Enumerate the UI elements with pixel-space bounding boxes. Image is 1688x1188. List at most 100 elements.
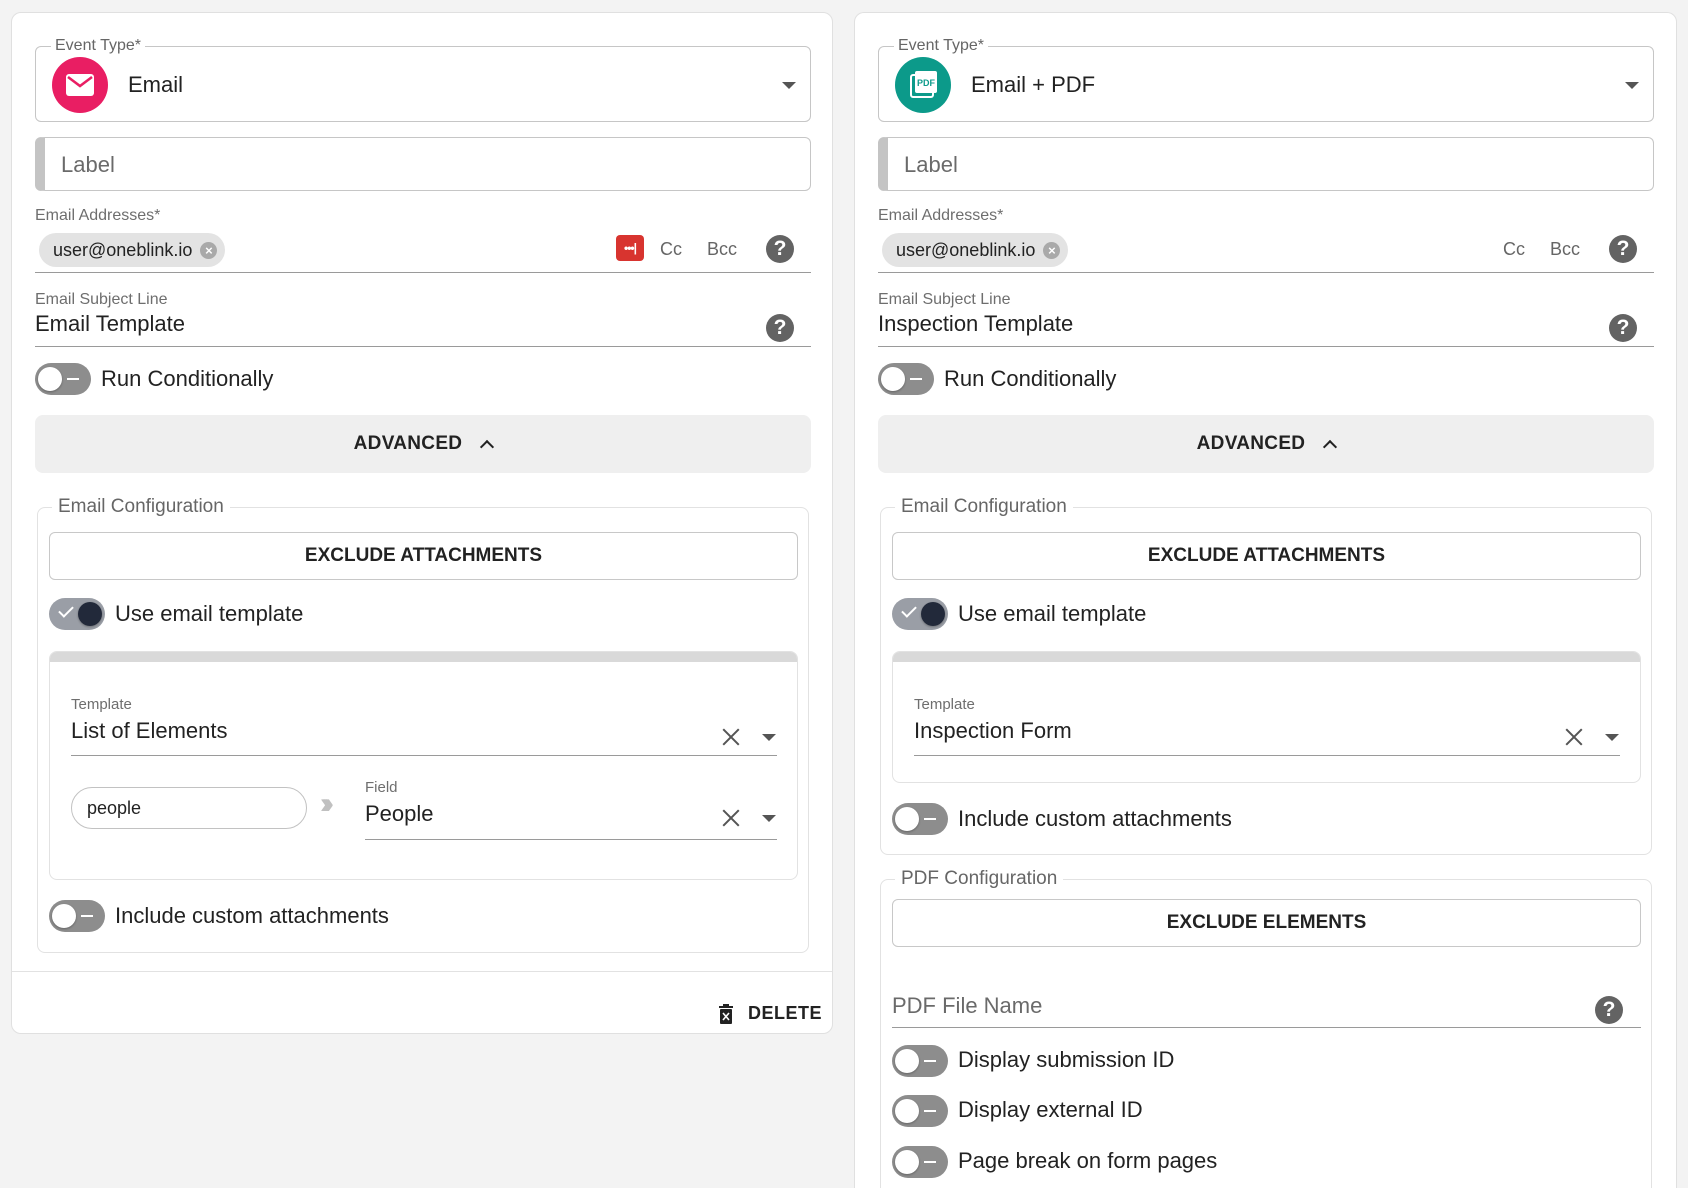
pdf-file-name-input[interactable]: PDF File Name (892, 992, 1042, 1020)
display-external-id-label: Display external ID (958, 1097, 1143, 1122)
subject-line-label: Email Subject Line (878, 291, 1011, 308)
run-conditionally-label: Run Conditionally (101, 366, 274, 391)
email-chip[interactable]: user@oneblink.io × (39, 233, 226, 267)
advanced-toggle-button[interactable]: ADVANCED (35, 415, 811, 473)
chevron-down-icon[interactable] (762, 815, 776, 822)
include-custom-attachments-toggle[interactable] (892, 803, 948, 835)
subject-line-underline (35, 346, 811, 347)
svg-text:PDF: PDF (917, 78, 936, 88)
toggle-knob (895, 807, 919, 831)
exclude-attachments-label: EXCLUDE ATTACHMENTS (304, 545, 543, 566)
run-conditionally-label: Run Conditionally (944, 366, 1117, 391)
template-select[interactable]: Inspection Form (914, 717, 1072, 745)
toggle-knob (895, 1049, 919, 1073)
event-type-legend: Event Type* (51, 36, 145, 56)
include-custom-attachments-label: Include custom attachments (958, 806, 1232, 831)
chip-remove-icon[interactable]: × (1043, 241, 1061, 259)
include-custom-attachments-label: Include custom attachments (115, 903, 389, 928)
toggle-off-dash-icon (67, 378, 79, 380)
email-chip-label: user@oneblink.io (53, 239, 193, 260)
toggle-off-dash-icon (910, 378, 922, 380)
field-underline (365, 839, 777, 840)
cc-button[interactable]: Cc (1503, 239, 1525, 260)
subject-line-input[interactable]: Email Template (35, 310, 185, 338)
advanced-label: ADVANCED (353, 433, 463, 454)
password-manager-icon[interactable]: •••| (616, 235, 644, 261)
toggle-knob (52, 904, 76, 928)
run-conditionally-toggle[interactable] (878, 363, 934, 395)
clear-icon[interactable] (720, 807, 742, 829)
email-chip-label: user@oneblink.io (896, 239, 1036, 260)
run-conditionally-toggle[interactable] (35, 363, 91, 395)
toggle-off-dash-icon (924, 1161, 936, 1163)
subject-line-label: Email Subject Line (35, 291, 168, 308)
bcc-button[interactable]: Bcc (1550, 239, 1580, 260)
advanced-toggle-button[interactable]: ADVANCED (878, 415, 1654, 473)
double-chevron-right-icon: ››› (320, 787, 334, 820)
email-envelope-icon (52, 57, 108, 113)
exclude-elements-button[interactable]: EXCLUDE ELEMENTS (892, 899, 1641, 947)
label-input[interactable]: Label (878, 137, 1654, 191)
cc-button[interactable]: Cc (660, 239, 682, 260)
exclude-attachments-button[interactable]: EXCLUDE ATTACHMENTS (892, 532, 1641, 580)
chevron-down-icon[interactable] (782, 82, 796, 89)
template-label: Template (71, 696, 132, 713)
clear-icon[interactable] (1563, 726, 1585, 748)
template-underline (914, 755, 1620, 756)
event-type-legend: Event Type* (894, 36, 988, 56)
chevron-down-icon[interactable] (1625, 82, 1639, 89)
pdf-file-name-underline (892, 1027, 1641, 1028)
chip-remove-icon[interactable]: × (200, 241, 218, 259)
template-card-topbar (50, 652, 797, 662)
pdf-configuration-legend: PDF Configuration (895, 867, 1064, 891)
help-icon[interactable]: ? (1595, 996, 1623, 1024)
display-external-id-toggle[interactable] (892, 1095, 948, 1127)
chevron-up-icon (1323, 439, 1338, 455)
email-pdf-event-card: Event Type* PDF Email + PDF Label Email … (854, 12, 1677, 1188)
display-submission-id-toggle[interactable] (892, 1045, 948, 1077)
delete-button[interactable]: DELETE (718, 1003, 822, 1024)
chevron-down-icon[interactable] (762, 734, 776, 741)
subject-line-underline (878, 346, 1654, 347)
email-chip[interactable]: user@oneblink.io × (882, 233, 1069, 267)
template-select[interactable]: List of Elements (71, 717, 228, 745)
display-submission-id-label: Display submission ID (958, 1047, 1175, 1072)
template-card: Template Inspection Form (892, 651, 1641, 783)
mapping-input[interactable]: people (71, 787, 307, 829)
page-break-label: Page break on form pages (958, 1148, 1218, 1173)
exclude-elements-label: EXCLUDE ELEMENTS (1166, 912, 1367, 933)
event-type-select[interactable]: Event Type* PDF Email + PDF (878, 36, 1654, 122)
event-type-select[interactable]: Event Type* Email (35, 36, 811, 122)
subject-line-input[interactable]: Inspection Template (878, 310, 1073, 338)
toggle-off-dash-icon (81, 915, 93, 917)
bcc-button[interactable]: Bcc (707, 239, 737, 260)
chevron-up-icon (480, 439, 495, 455)
field-select[interactable]: People (365, 800, 434, 828)
help-icon[interactable]: ? (766, 314, 794, 342)
pdf-icon: PDF (895, 57, 951, 113)
template-card-topbar (893, 652, 1640, 662)
help-icon[interactable]: ? (766, 235, 794, 263)
label-placeholder: Label (61, 152, 115, 177)
use-email-template-label: Use email template (115, 601, 304, 626)
help-icon[interactable]: ? (1609, 235, 1637, 263)
page-break-toggle[interactable] (892, 1146, 948, 1178)
event-type-value: Email + PDF (971, 72, 1096, 97)
email-event-card: Event Type* Email Label Email Addresses*… (11, 12, 833, 1034)
template-underline (71, 755, 777, 756)
help-icon[interactable]: ? (1609, 314, 1637, 342)
field-label: Field (365, 779, 398, 796)
label-input[interactable]: Label (35, 137, 811, 191)
email-configuration-legend: Email Configuration (895, 495, 1073, 519)
toggle-knob (895, 1099, 919, 1123)
chevron-down-icon[interactable] (1605, 734, 1619, 741)
toggle-knob (78, 602, 102, 626)
template-label: Template (914, 696, 975, 713)
toggle-knob (921, 602, 945, 626)
use-email-template-toggle[interactable] (49, 598, 105, 630)
clear-icon[interactable] (720, 726, 742, 748)
exclude-attachments-button[interactable]: EXCLUDE ATTACHMENTS (49, 532, 798, 580)
use-email-template-toggle[interactable] (892, 598, 948, 630)
email-addresses-label: Email Addresses* (878, 207, 1004, 224)
include-custom-attachments-toggle[interactable] (49, 900, 105, 932)
